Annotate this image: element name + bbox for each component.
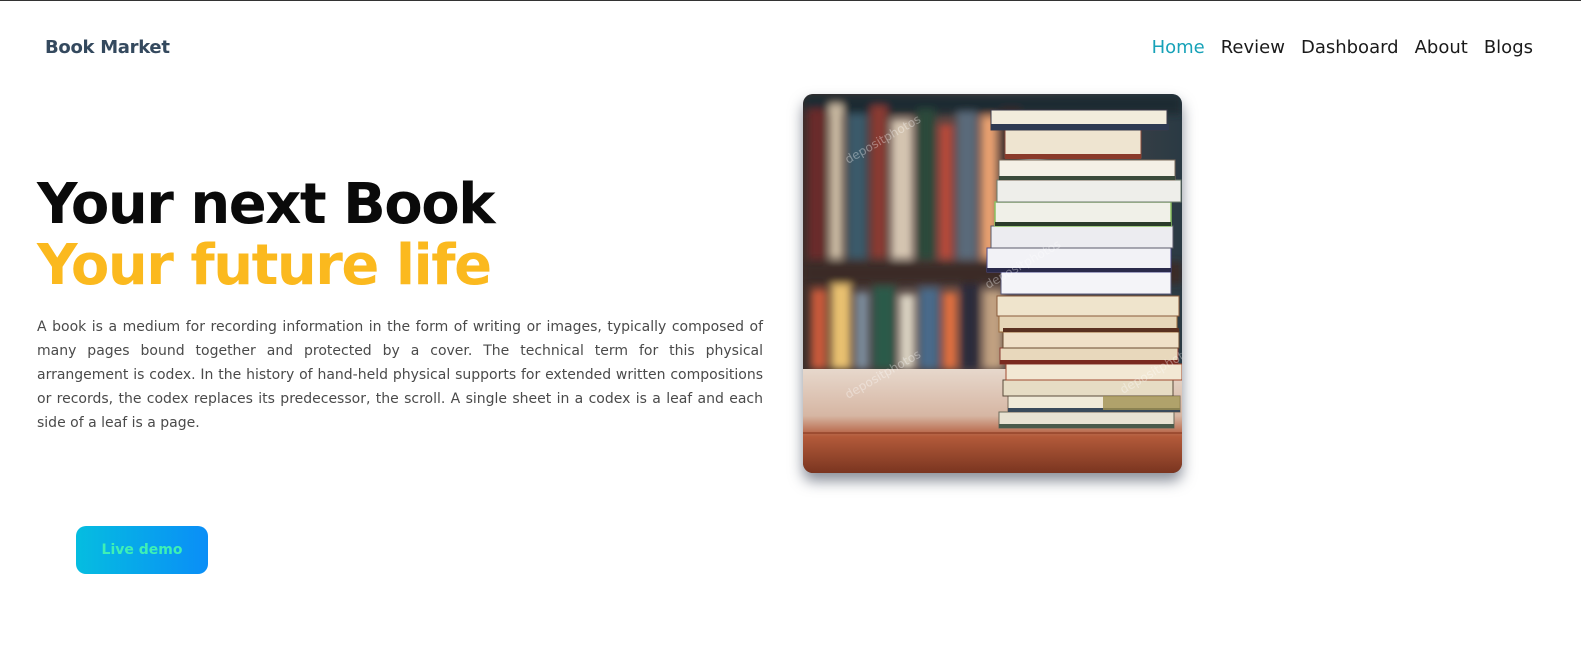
nav-dashboard-link[interactable]: Dashboard [1301,37,1399,58]
live-demo-button[interactable]: Live demo [76,526,208,574]
brand-logo[interactable]: Book Market [45,37,170,58]
nav-review-link[interactable]: Review [1221,37,1285,58]
book-stack-illustration: depositphotos depositphotos depositphoto… [803,94,1182,473]
main-nav: Home Review Dashboard About Blogs [1152,37,1533,58]
page: Book Market Home Review Dashboard About … [0,0,1581,658]
hero-subtitle: Your future life [37,233,492,298]
nav-about-link[interactable]: About [1415,37,1468,58]
nav-home-link[interactable]: Home [1152,37,1205,58]
nav-blogs-link[interactable]: Blogs [1484,37,1533,58]
hero-book-stack-image: depositphotos depositphotos depositphoto… [803,94,1182,473]
hero-title: Your next Book [37,172,495,237]
hero-description: A book is a medium for recording informa… [37,319,763,431]
